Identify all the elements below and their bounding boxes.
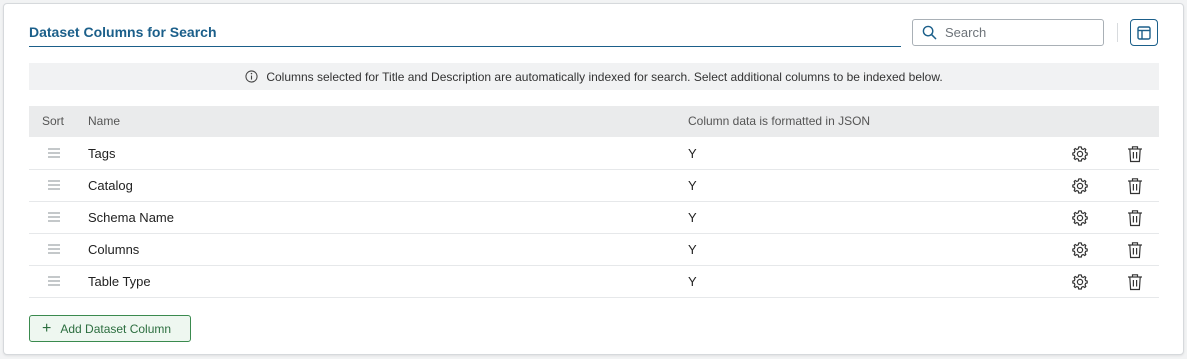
- title-bar: Dataset Columns for Search: [29, 23, 901, 47]
- row-json: Y: [688, 210, 697, 225]
- trash-icon[interactable]: [1127, 209, 1143, 227]
- row-name: Schema Name: [88, 210, 174, 225]
- drag-handle-icon[interactable]: [48, 212, 60, 222]
- table-row: Table Type Y: [29, 266, 1159, 298]
- row-json: Y: [688, 242, 697, 257]
- row-name: Table Type: [88, 274, 151, 289]
- layout-toggle-button[interactable]: [1130, 19, 1158, 46]
- header-name: Name: [88, 114, 121, 128]
- info-banner: Columns selected for Title and Descripti…: [29, 63, 1159, 90]
- gear-icon[interactable]: [1071, 273, 1089, 291]
- layout-icon: [1137, 25, 1151, 40]
- toolbar-divider: [1117, 23, 1118, 42]
- row-json: Y: [688, 178, 697, 193]
- gear-icon[interactable]: [1071, 241, 1089, 259]
- table-row: Columns Y: [29, 234, 1159, 266]
- trash-icon[interactable]: [1127, 273, 1143, 291]
- row-name: Tags: [88, 146, 116, 161]
- table-row: Catalog Y: [29, 170, 1159, 202]
- search-icon: [922, 25, 937, 40]
- add-button-label: Add Dataset Column: [60, 321, 172, 336]
- table-header: Sort Name Column data is formatted in JS…: [29, 106, 1159, 137]
- header-sort: Sort: [42, 114, 65, 128]
- gear-icon[interactable]: [1071, 177, 1089, 195]
- table-row: Tags Y: [29, 138, 1159, 170]
- info-text: Columns selected for Title and Descripti…: [266, 69, 943, 84]
- drag-handle-icon[interactable]: [48, 180, 60, 190]
- drag-handle-icon[interactable]: [48, 244, 60, 254]
- row-name: Columns: [88, 242, 140, 257]
- dataset-columns-panel: Dataset Columns for Search Columns selec…: [3, 3, 1184, 355]
- trash-icon[interactable]: [1127, 177, 1143, 195]
- drag-handle-icon[interactable]: [48, 276, 60, 286]
- row-name: Catalog: [88, 178, 133, 193]
- search-input[interactable]: [945, 25, 1095, 40]
- search-box[interactable]: [912, 19, 1104, 46]
- page-title: Dataset Columns for Search: [29, 24, 217, 40]
- gear-icon[interactable]: [1071, 209, 1089, 227]
- add-dataset-column-button[interactable]: + Add Dataset Column: [29, 315, 191, 342]
- row-json: Y: [688, 274, 697, 289]
- info-icon: [245, 70, 258, 83]
- header-json: Column data is formatted in JSON: [688, 114, 871, 128]
- trash-icon[interactable]: [1127, 241, 1143, 259]
- gear-icon[interactable]: [1071, 145, 1089, 163]
- row-json: Y: [688, 146, 697, 161]
- table-row: Schema Name Y: [29, 202, 1159, 234]
- trash-icon[interactable]: [1127, 145, 1143, 163]
- drag-handle-icon[interactable]: [48, 148, 60, 158]
- plus-icon: +: [42, 319, 52, 337]
